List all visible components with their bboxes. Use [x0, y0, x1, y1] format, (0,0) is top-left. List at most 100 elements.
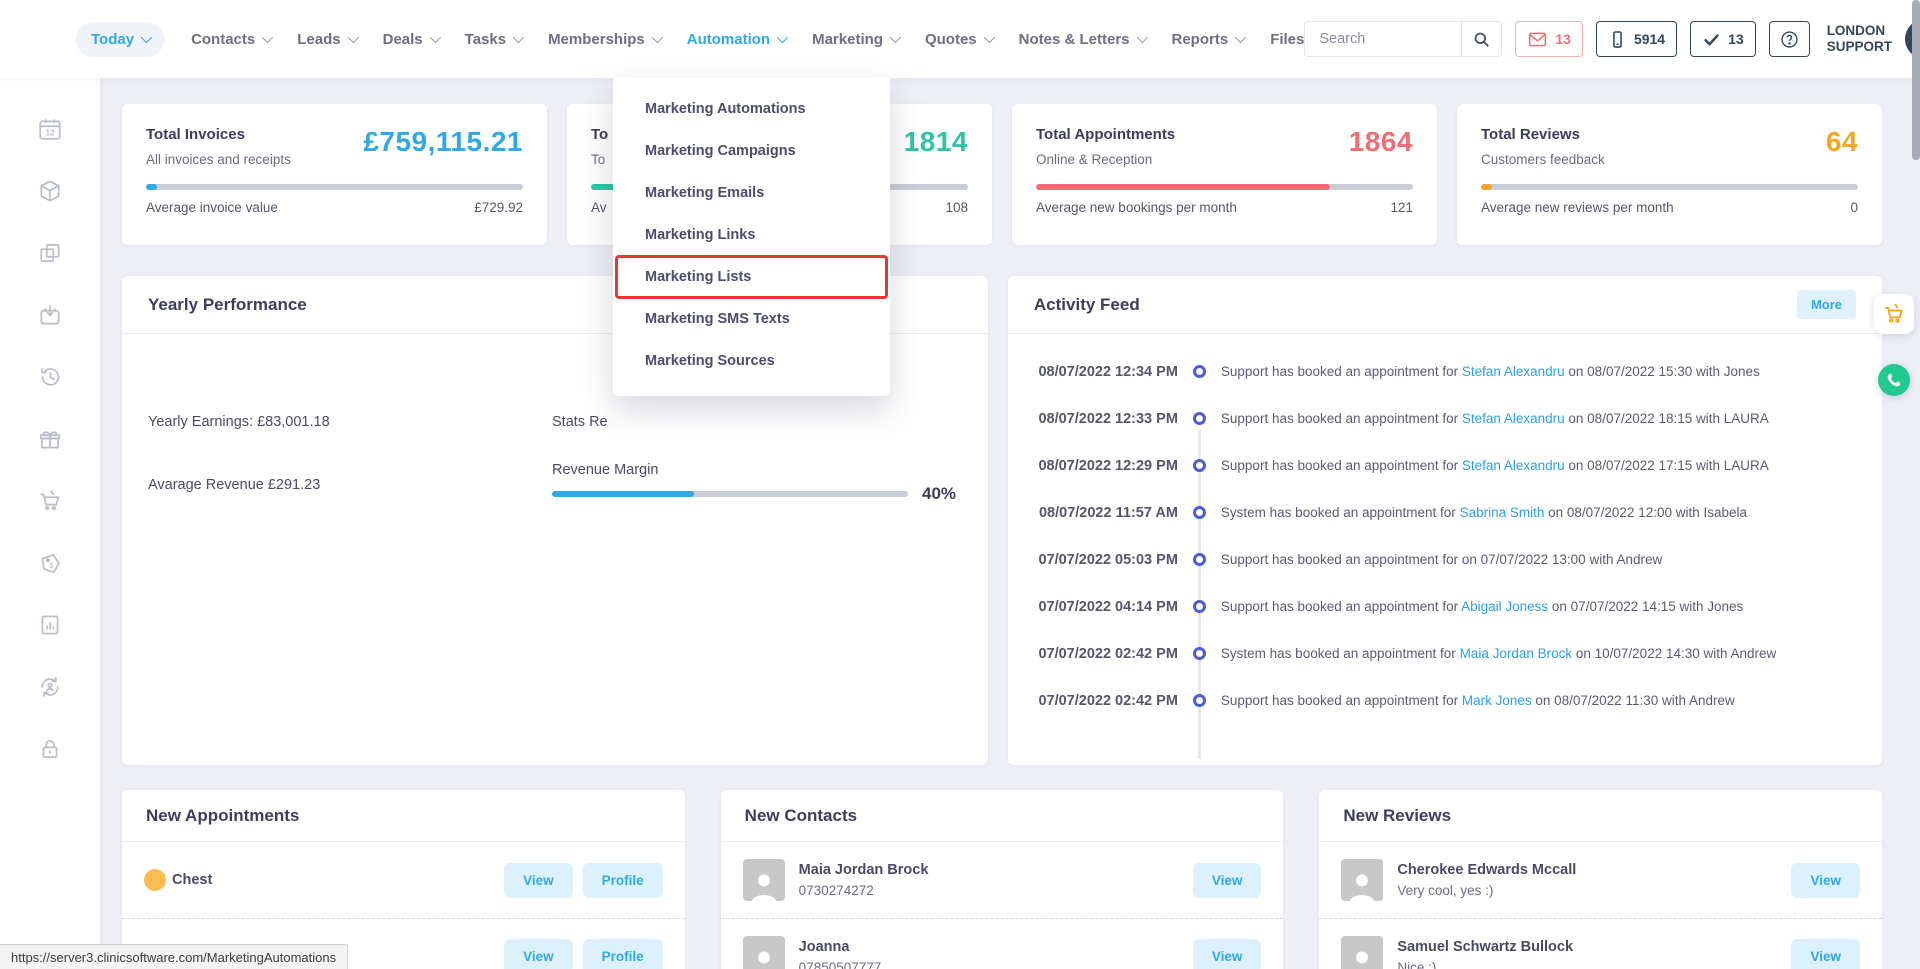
view-button[interactable]: View	[1193, 939, 1262, 969]
view-button[interactable]: View	[504, 863, 573, 898]
revenue-margin-value: 40%	[922, 484, 956, 504]
card-title: Total Reviews	[1481, 126, 1605, 143]
nav-automation[interactable]: Automation	[687, 31, 785, 48]
appointment-status-icon	[144, 869, 166, 891]
vertical-scrollbar-thumb[interactable]	[1912, 0, 1920, 160]
nav-quotes[interactable]: Quotes	[925, 31, 992, 48]
search-box	[1304, 21, 1502, 57]
contact-link[interactable]: Stefan Alexandru	[1462, 411, 1565, 426]
total-appointments-card: Total Appointments Online & Reception 18…	[1012, 104, 1437, 245]
account-sync-icon[interactable]	[37, 674, 63, 700]
menu-item-marketing-lists[interactable]: Marketing Lists	[613, 256, 890, 298]
avatar-placeholder-icon	[743, 859, 785, 901]
svg-text:$: $	[50, 561, 55, 570]
status-url-tooltip: https://server3.clinicsoftware.com/Marke…	[0, 944, 348, 969]
main-navigation: Today Contacts Leads Deals Tasks Members…	[76, 22, 1304, 57]
phone-icon	[1885, 371, 1903, 389]
feed-entry: 07/07/2022 05:03 PM Support has booked a…	[1008, 536, 1882, 583]
nav-notes-letters[interactable]: Notes & Letters	[1019, 31, 1145, 48]
icon-sidebar: 12 $	[0, 78, 100, 969]
nav-today-label: Today	[91, 31, 134, 48]
calendar-12-icon[interactable]: 12	[37, 116, 63, 142]
profile-button[interactable]: Profile	[583, 863, 663, 898]
timeline-marker-icon	[1193, 600, 1206, 613]
floating-phone-button[interactable]	[1878, 364, 1910, 396]
menu-item-marketing-links[interactable]: Marketing Links	[613, 214, 890, 256]
feed-entry: 07/07/2022 04:14 PM Support has booked a…	[1008, 583, 1882, 630]
svg-text:12: 12	[45, 128, 55, 137]
progress-track	[1481, 184, 1858, 190]
chevron-down-icon	[983, 32, 994, 43]
copy-icon[interactable]	[37, 240, 63, 266]
sms-notifications-badge[interactable]: 5914	[1596, 21, 1677, 57]
gift-icon[interactable]	[37, 426, 63, 452]
menu-item-marketing-campaigns[interactable]: Marketing Campaigns	[613, 130, 890, 172]
package-icon[interactable]	[37, 178, 63, 204]
nav-leads[interactable]: Leads	[297, 31, 355, 48]
tasks-done-badge[interactable]: 13	[1690, 21, 1756, 57]
floating-cart-button[interactable]	[1874, 294, 1914, 334]
chevron-down-icon	[141, 32, 152, 43]
total-invoices-card: Total Invoices All invoices and receipts…	[122, 104, 547, 245]
report-chart-icon[interactable]	[37, 612, 63, 638]
nav-today[interactable]: Today	[76, 22, 164, 57]
menu-item-marketing-emails[interactable]: Marketing Emails	[613, 172, 890, 214]
nav-marketing[interactable]: Marketing	[812, 31, 898, 48]
timeline-marker-icon	[1193, 553, 1206, 566]
new-contacts-panel: New Contacts Maia Jordan Brock 073027427…	[721, 790, 1284, 969]
nav-contacts[interactable]: Contacts	[191, 31, 270, 48]
more-button[interactable]: More	[1797, 290, 1856, 319]
topbar: Today Contacts Leads Deals Tasks Members…	[0, 0, 1920, 78]
view-button[interactable]: View	[1791, 863, 1860, 898]
contact-row: Maia Jordan Brock 0730274272 View	[721, 842, 1284, 918]
help-button[interactable]	[1769, 21, 1810, 57]
revenue-margin-track	[552, 491, 908, 497]
nav-memberships[interactable]: Memberships	[548, 31, 660, 48]
view-button[interactable]: View	[1791, 939, 1860, 969]
average-revenue: Avarage Revenue £291.23	[148, 477, 320, 493]
contact-row: Joanna 07850507777 View	[721, 918, 1284, 969]
contact-link[interactable]: Sabrina Smith	[1460, 505, 1545, 520]
avatar-placeholder-icon	[1341, 859, 1383, 901]
sms-count: 5914	[1634, 31, 1665, 47]
card-subtitle: Online & Reception	[1036, 152, 1175, 167]
feed-entry: 08/07/2022 12:34 PM Support has booked a…	[1008, 348, 1882, 395]
menu-item-marketing-sources[interactable]: Marketing Sources	[613, 340, 890, 382]
card-value: 64	[1826, 126, 1858, 167]
status-url-text: https://server3.clinicsoftware.com/Marke…	[11, 950, 336, 965]
contact-link[interactable]: Abigail Joness	[1461, 599, 1548, 614]
chevron-down-icon	[347, 32, 358, 43]
card-title: Total Invoices	[146, 126, 291, 143]
progress-fill	[1481, 184, 1492, 190]
nav-reports[interactable]: Reports	[1172, 31, 1244, 48]
history-icon[interactable]	[37, 364, 63, 390]
main-content: Total Invoices All invoices and receipts…	[100, 78, 1920, 969]
contact-link[interactable]: Stefan Alexandru	[1462, 458, 1565, 473]
new-appointments-panel: New Appointments Chest View Profile Boto…	[122, 790, 685, 969]
menu-item-marketing-automations[interactable]: Marketing Automations	[613, 88, 890, 130]
price-tag-icon[interactable]: $	[37, 550, 63, 576]
chevron-down-icon	[1235, 32, 1246, 43]
chevron-down-icon	[262, 32, 273, 43]
email-notifications-badge[interactable]: 13	[1515, 21, 1583, 57]
menu-item-marketing-sms-texts[interactable]: Marketing SMS Texts	[613, 298, 890, 340]
appointment-row: Chest View Profile	[122, 842, 685, 918]
revenue-margin-fill	[552, 491, 694, 497]
lock-icon[interactable]	[37, 736, 63, 762]
feed-entry: 07/07/2022 02:42 PM System has booked an…	[1008, 630, 1882, 677]
booking-calendar-icon[interactable]	[37, 302, 63, 328]
cart-icon[interactable]	[37, 488, 63, 514]
nav-deals[interactable]: Deals	[383, 31, 438, 48]
panel-title: New Appointments	[146, 806, 299, 826]
contact-link[interactable]: Maia Jordan Brock	[1460, 646, 1573, 661]
progress-track	[1036, 184, 1413, 190]
search-icon[interactable]	[1461, 21, 1501, 57]
view-button[interactable]: View	[1193, 863, 1262, 898]
profile-button[interactable]: Profile	[583, 939, 663, 969]
search-input[interactable]	[1305, 31, 1461, 47]
nav-files[interactable]: Files	[1270, 31, 1304, 48]
contact-link[interactable]: Stefan Alexandru	[1462, 364, 1565, 379]
view-button[interactable]: View	[504, 939, 573, 969]
contact-link[interactable]: Mark Jones	[1462, 693, 1532, 708]
nav-tasks[interactable]: Tasks	[465, 31, 521, 48]
